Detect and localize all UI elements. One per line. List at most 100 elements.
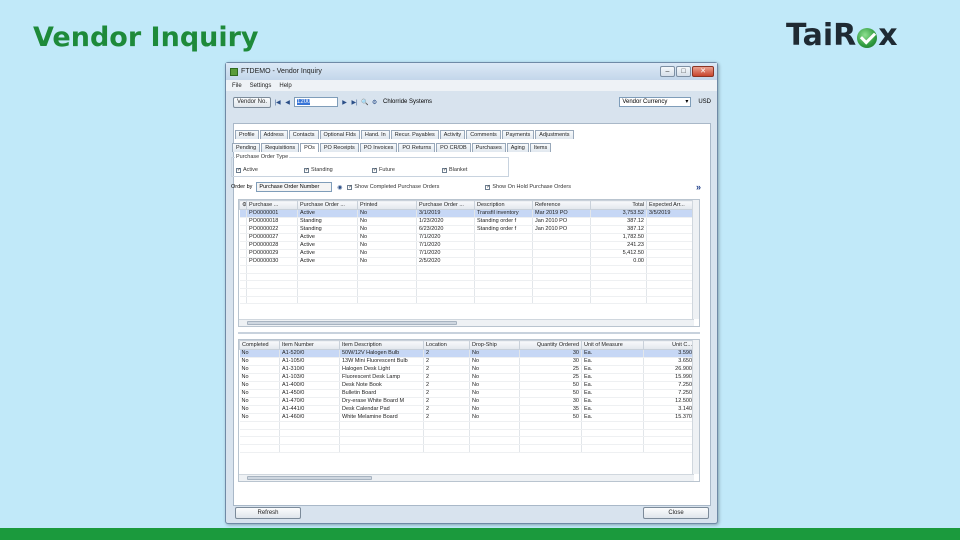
item-row[interactable]: No A1-105/0 13W Mini Fluorescent Bulb 2 No 30… <box>239 357 695 366</box>
po-row[interactable]: PO0000027 Active No 7/1/2020 1,782.50 <box>239 233 695 242</box>
tab-profile[interactable]: Profile <box>235 130 259 139</box>
tab-po-cr-db[interactable]: PO CR/DB <box>436 143 471 152</box>
item-row[interactable]: No A1-103/0 Fluorescent Desk Lamp 2 No 25 Ea. 1… <box>239 373 695 382</box>
po-row[interactable]: PO0000030 Active No 2/5/2020 0.00 <box>239 257 695 266</box>
settings-gear-icon[interactable]: ⚙ <box>371 99 378 106</box>
next-record-icon[interactable]: ▶ <box>341 99 348 106</box>
tab-po-receipts[interactable]: PO Receipts <box>319 143 359 152</box>
tab-contacts[interactable]: Contacts <box>288 130 319 139</box>
order-by-label: Order by <box>231 184 253 190</box>
tab-pos[interactable]: POs <box>300 143 319 152</box>
tab-activity[interactable]: Activity <box>439 130 466 139</box>
future-label: Future <box>379 167 395 173</box>
item-row[interactable]: No A1-520/0 50W/12V Halogen Bulb 2 No 30 Ea. 3.… <box>239 349 695 358</box>
po-grid-vscroll[interactable] <box>692 200 699 319</box>
vendor-number-input[interactable]: 1200 <box>294 97 339 107</box>
po-row[interactable]: PO0000028 Active No 7/1/2020 241.23 <box>239 241 695 250</box>
close-button[interactable]: Close <box>643 507 709 519</box>
item-row[interactable]: No A1-310/0 Halogen Desk Light 2 No 25 Ea. 26.9… <box>239 365 695 374</box>
first-record-icon[interactable]: |◀ <box>274 99 281 106</box>
tab-pending[interactable]: Pending <box>232 143 261 152</box>
po-row[interactable]: PO0000001 Active No 3/1/2019 Transfil invent… <box>239 209 695 218</box>
po-empty-cell <box>357 296 417 305</box>
minimize-button[interactable]: – <box>660 66 675 77</box>
po-cell <box>532 249 591 258</box>
item-row[interactable]: No A1-470/0 Dry-erase White Board M 2 No 30 Ea… <box>239 397 695 406</box>
standing-checkbox[interactable]: ✓ Standing <box>304 167 333 173</box>
item-col-completed[interactable]: Completed <box>239 340 280 350</box>
grid-splitter[interactable] <box>238 332 700 334</box>
tab-requisitions[interactable]: Requisitions <box>261 143 300 152</box>
po-row-marker <box>239 241 247 250</box>
po-row[interactable]: PO0000022 Standing No 6/23/2020 Standing ord… <box>239 225 695 234</box>
item-cell: 50 <box>519 381 582 390</box>
active-checkbox[interactable]: ✓ Active <box>236 167 258 173</box>
po-col-total[interactable]: Total <box>590 200 647 210</box>
show-on-hold-checkbox[interactable]: ✓ Show On Hold Purchase Orders <box>485 184 571 190</box>
maximize-button[interactable]: □ <box>676 66 691 77</box>
tab-po-invoices[interactable]: PO Invoices <box>359 143 398 152</box>
po-row[interactable]: PO0000018 Standing No 1/23/2020 Standing ord… <box>239 217 695 226</box>
finder-search-icon[interactable]: 🔍 <box>361 99 368 106</box>
close-window-button[interactable]: ✕ <box>692 66 714 77</box>
expand-more-icon[interactable]: » <box>696 182 701 192</box>
menu-settings[interactable]: Settings <box>250 83 272 89</box>
items-hscroll-thumb[interactable] <box>247 476 372 480</box>
future-checkbox[interactable]: ✓ Future <box>372 167 395 173</box>
tab-optional-fields[interactable]: Optional Flds <box>319 130 360 139</box>
po-col-settings[interactable]: ⚙ <box>239 200 247 210</box>
po-row-marker <box>239 233 247 242</box>
items-grid-hscroll[interactable] <box>239 474 694 481</box>
item-row[interactable]: No A1-441/0 Desk Calendar Pad 2 No 35 Ea. 3.140 <box>239 405 695 414</box>
po-row[interactable]: PO0000029 Active No 7/1/2020 5,412.50 <box>239 249 695 258</box>
item-col-dropship[interactable]: Drop-Ship <box>469 340 520 350</box>
po-hscroll-thumb[interactable] <box>247 321 457 325</box>
item-empty-cell <box>423 429 470 438</box>
item-col-location[interactable]: Location <box>423 340 470 350</box>
last-record-icon[interactable]: ▶| <box>351 99 358 106</box>
item-col-qty[interactable]: Quantity Ordered <box>519 340 582 350</box>
checkmark-ball-icon <box>857 27 878 48</box>
zoom-icon[interactable]: ◉ <box>336 184 343 191</box>
menu-help[interactable]: Help <box>279 83 291 89</box>
po-col-description[interactable]: Description <box>474 200 533 210</box>
refresh-button[interactable]: Refresh <box>235 507 301 519</box>
tab-items[interactable]: Items <box>529 143 552 152</box>
vendor-no-button[interactable]: Vendor No. <box>233 96 272 108</box>
item-col-unit-cost[interactable]: Unit C... <box>643 340 695 350</box>
currency-select[interactable]: Vendor Currency <box>619 97 692 107</box>
previous-record-icon[interactable]: ◀ <box>284 99 291 106</box>
tab-purchases[interactable]: Purchases <box>471 143 506 152</box>
tab-payments[interactable]: Payments <box>501 130 535 139</box>
tab-po-returns[interactable]: PO Returns <box>398 143 436 152</box>
tab-adjustments[interactable]: Adjustments <box>535 130 574 139</box>
po-empty-cell <box>239 265 247 274</box>
po-col-number[interactable]: Purchase ... <box>246 200 298 210</box>
item-row[interactable]: No A1-460/0 White Melamine Board 2 No 50 Ea. 15… <box>239 413 695 422</box>
item-empty-cell <box>279 429 340 438</box>
show-completed-checkbox[interactable]: ✓ Show Completed Purchase Orders <box>347 184 439 190</box>
blanket-checkbox[interactable]: ✓ Blanket <box>442 167 467 173</box>
po-col-reference[interactable]: Reference <box>532 200 591 210</box>
po-col-expected[interactable]: Expected Arr... <box>646 200 695 210</box>
tab-address[interactable]: Address <box>259 130 288 139</box>
tab-comments[interactable]: Comments <box>466 130 501 139</box>
po-col-type[interactable]: Purchase Order ... <box>297 200 358 210</box>
po-empty-cell <box>646 288 695 297</box>
tab-aging[interactable]: Aging <box>506 143 529 152</box>
tab-hand-in[interactable]: Hand. In <box>360 130 390 139</box>
items-grid-vscroll[interactable] <box>692 340 699 474</box>
po-col-date[interactable]: Purchase Order ... <box>416 200 475 210</box>
tab-recurring-payables[interactable]: Recur. Payables <box>390 130 439 139</box>
menu-file[interactable]: File <box>232 83 242 89</box>
po-grid-hscroll[interactable] <box>239 319 694 326</box>
item-cell: A1-450/0 <box>279 389 340 398</box>
order-by-select[interactable]: Purchase Order Number <box>256 182 333 192</box>
item-row[interactable]: No A1-400/0 Desk Note Book 2 No 50 Ea. 7.250 <box>239 381 695 390</box>
item-col-uom[interactable]: Unit of Measure <box>581 340 644 350</box>
po-col-printed[interactable]: Printed <box>357 200 417 210</box>
item-col-number[interactable]: Item Number <box>279 340 340 350</box>
po-empty-cell <box>297 280 358 290</box>
item-col-description[interactable]: Item Description <box>339 340 424 350</box>
item-row[interactable]: No A1-450/0 Bulletin Board 2 No 50 Ea. 7.250 <box>239 389 695 398</box>
